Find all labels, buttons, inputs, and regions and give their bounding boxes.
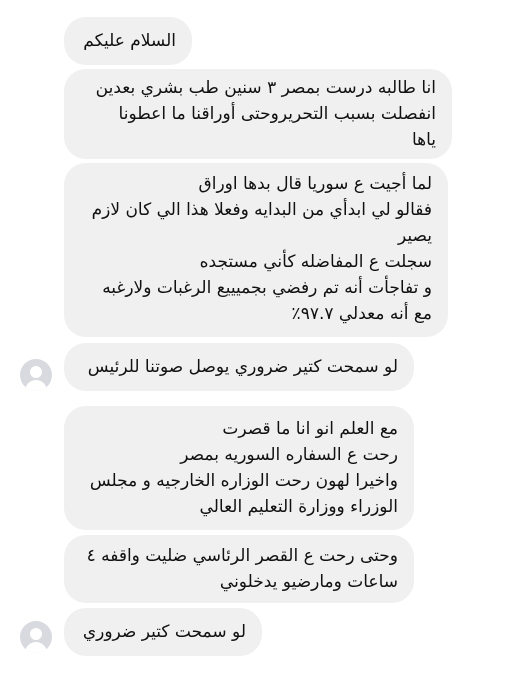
message-text: انا طالبه درست بمصر ٣ سنين طب بشري بعدين <box>95 78 436 98</box>
chat-thread: السلام عليكم انا طالبه درست بمصر ٣ سنين … <box>0 0 526 680</box>
message-text: انفصلت بسبب التحريروحتى أوراقنا ما اعطون… <box>118 104 436 124</box>
message-text: رحت ع السفاره السوريه بمصر <box>180 445 398 465</box>
message-bubble[interactable]: السلام عليكم <box>64 17 192 65</box>
message-text: و تفاجأت أنه تم رفضي بجميييع الرغبات ولا… <box>102 278 432 298</box>
message-bubble[interactable]: لو سمحت كتير ضروري <box>64 608 262 656</box>
message-text: السلام عليكم <box>83 31 176 51</box>
message-text: لما أجيت ع سوريا قال بدها اوراق <box>198 174 432 194</box>
message-bubble[interactable]: مع العلم انو انا ما قصرت رحت ع السفاره ا… <box>64 406 414 530</box>
message-text: الوزراء ووزارة التعليم العالي <box>199 497 398 517</box>
message-bubble[interactable]: وحتى رحت ع القصر الرئاسي ضليت واقفه ٤ سا… <box>64 535 414 603</box>
message-text: سجلت ع المفاضله كأني مستجده <box>199 252 432 272</box>
message-text: ساعات ومارضيو يدخلوني <box>219 572 398 592</box>
message-text: لو سمحت كتير ضروري يوصل صوتنا للرئيس <box>87 357 398 377</box>
message-text: مع العلم انو انا ما قصرت <box>222 419 398 439</box>
user-avatar-icon[interactable] <box>20 359 52 391</box>
message-bubble[interactable]: لما أجيت ع سوريا قال بدها اوراق فقالو لي… <box>64 163 448 337</box>
message-text: يصير <box>398 226 432 246</box>
message-text: ياها <box>411 130 436 150</box>
user-avatar-icon[interactable] <box>20 621 52 653</box>
message-bubble[interactable]: لو سمحت كتير ضروري يوصل صوتنا للرئيس <box>64 343 414 391</box>
message-text: وحتى رحت ع القصر الرئاسي ضليت واقفه ٤ <box>86 546 398 566</box>
message-text: مع أنه معدلي ٩٧.٧٪ <box>291 304 432 324</box>
message-text: لو سمحت كتير ضروري <box>82 622 246 642</box>
message-text: فقالو لي ابدأي من البدايه وفعلا هذا الي … <box>91 200 432 220</box>
message-text: واخيرا لهون رحت الوزاره الخارجيه و مجلس <box>89 471 398 491</box>
message-bubble[interactable]: انا طالبه درست بمصر ٣ سنين طب بشري بعدين… <box>64 69 452 159</box>
